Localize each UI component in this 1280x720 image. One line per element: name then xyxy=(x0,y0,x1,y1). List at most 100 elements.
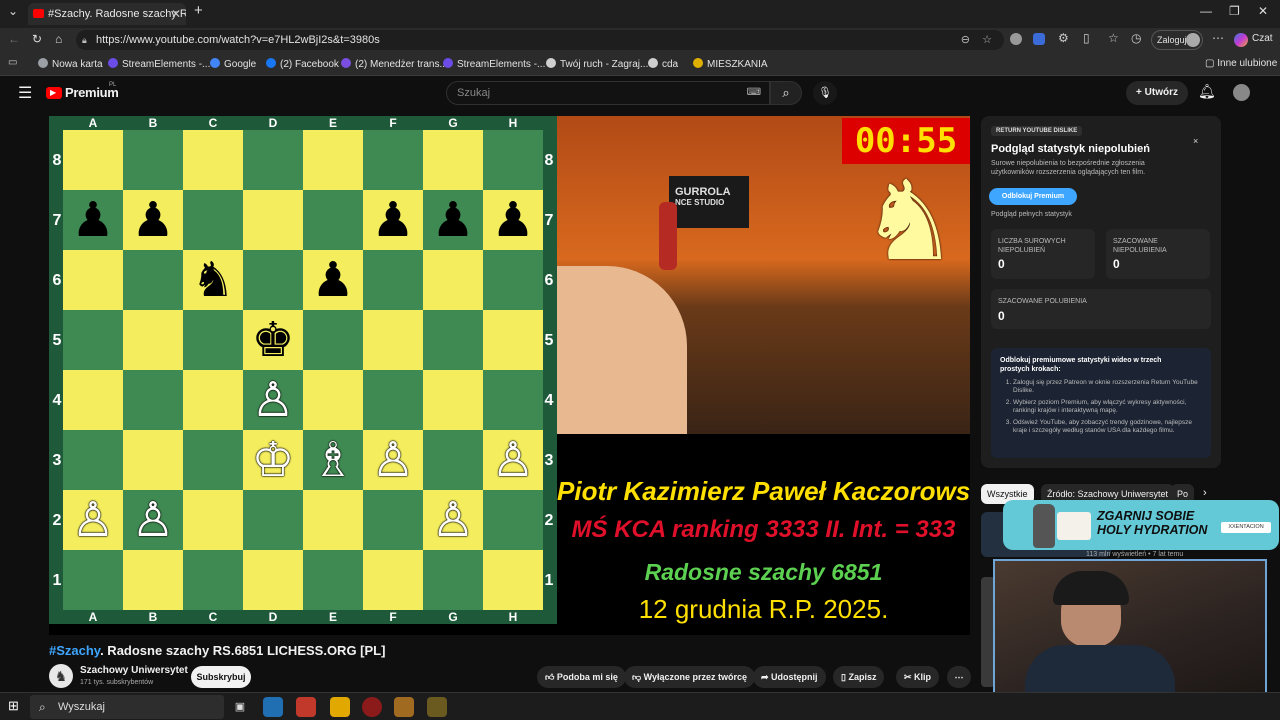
opera-icon[interactable] xyxy=(296,697,316,717)
notifications-bell-icon[interactable]: 🔔︎ xyxy=(1198,83,1216,100)
reload-icon[interactable]: ↻ xyxy=(32,32,42,46)
hamburger-menu-icon[interactable]: ☰ xyxy=(18,83,32,103)
rank-label: 2 xyxy=(52,512,62,529)
bookmarks-toggle-icon[interactable]: ▭ xyxy=(8,57,17,68)
tab-bar: ⌄ #Szachy. Radosne szachy RS.6851 ✕ + — … xyxy=(0,0,1280,28)
channel-avatar[interactable]: ♞ xyxy=(49,664,73,688)
microphone-icon: 🎙︎ xyxy=(818,87,832,99)
square-d4: ♙ xyxy=(243,370,303,430)
rank-label: 7 xyxy=(544,212,554,229)
search-placeholder: Szukaj xyxy=(457,87,491,99)
dislike-button[interactable]: 👎︎ Wyłączone przez twórcę xyxy=(624,666,756,688)
video-player[interactable]: ♟ ♟ ♟ ♟ ♟ ♞ ♟ ♚ ♙ ♔ ♗ ♙ ♙ ♙ ♙ ♙ A A B B C C D D E E F F G G H H 8 8 7 7 6 6 5 5… xyxy=(49,116,970,635)
promo-overlay[interactable]: ZGARNIJ SOBIE HOLY HYDRATION XXENTACION xyxy=(1003,500,1279,550)
bookmark-item[interactable]: cda xyxy=(648,58,678,70)
bookmark-item[interactable]: Google xyxy=(210,58,256,70)
channel-name[interactable]: Szachowy Uniwersytet xyxy=(80,665,188,676)
extensions-puzzle-icon[interactable]: ⚙ xyxy=(1058,31,1069,45)
estimated-dislikes-value: 0 xyxy=(1113,257,1120,271)
save-label: Zapisz xyxy=(848,672,877,682)
square-e4 xyxy=(303,370,363,430)
title-hashtag[interactable]: #Szachy xyxy=(49,643,100,658)
zoom-icon[interactable]: ⊖ xyxy=(961,30,970,50)
more-actions-button[interactable]: ⋯ xyxy=(947,666,971,688)
favorites-icon[interactable]: ☆ xyxy=(1108,31,1119,45)
rank-label: 5 xyxy=(544,332,554,349)
close-tab-icon[interactable]: ✕ xyxy=(171,3,181,25)
tab-active[interactable]: #Szachy. Radosne szachy RS.6851 ✕ xyxy=(28,3,186,25)
keyboard-icon[interactable]: ⌨ xyxy=(747,82,761,104)
file-label: B xyxy=(148,116,158,130)
bookmark-favicon-icon xyxy=(443,58,453,68)
ryd-preview-label: Podgląd pełnych statystyk xyxy=(991,211,1072,218)
bookmark-item[interactable]: Nowa karta xyxy=(38,58,103,70)
other-bookmarks[interactable]: ▢ Inne ulubione xyxy=(1205,58,1277,69)
edge-icon[interactable] xyxy=(263,697,283,717)
tab-list-icon[interactable]: ⌄ xyxy=(8,4,18,18)
rank-label: 6 xyxy=(544,272,554,289)
bookmark-item[interactable]: (2) Facebook xyxy=(266,58,339,70)
chips-next-icon[interactable]: › xyxy=(1203,487,1207,499)
login-button[interactable]: Zaloguj xyxy=(1151,30,1203,50)
square-g6 xyxy=(423,250,483,310)
like-button[interactable]: 👍︎ Podoba mi się xyxy=(537,666,626,688)
copilot-icon[interactable] xyxy=(1234,33,1248,47)
square-d3: ♔ xyxy=(243,430,303,490)
extension-icon[interactable] xyxy=(1010,33,1022,45)
bookmark-item[interactable]: StreamElements -... xyxy=(108,58,210,70)
raw-dislikes-card: LICZBA SUROWYCH NIEPOLUBIEŃ 0 xyxy=(991,229,1095,279)
square-d6 xyxy=(243,250,303,310)
rank-label: 5 xyxy=(52,332,62,349)
url-input[interactable]: 🔒︎ https://www.youtube.com/watch?v=e7HL2… xyxy=(76,30,1004,50)
unlock-premium-button[interactable]: Odblokuj Premium xyxy=(989,188,1077,205)
ryd-step: Wybierz poziom Premium, aby włączyć wykr… xyxy=(1013,399,1203,415)
square-c1 xyxy=(183,550,243,610)
app-icon-3[interactable] xyxy=(427,697,447,717)
voice-search-button[interactable]: 🎙︎ xyxy=(813,81,837,105)
lock-icon: 🔒︎ xyxy=(82,35,87,45)
task-view-icon[interactable]: ▣ xyxy=(230,697,250,717)
taskbar-search[interactable]: ⌕ Wyszukaj xyxy=(30,695,224,719)
new-tab-icon[interactable]: + xyxy=(194,2,203,19)
close-window-icon[interactable]: ✕ xyxy=(1258,4,1268,18)
title-text: . Radosne szachy RS.6851 LICHESS.ORG [PL… xyxy=(100,643,386,658)
windows-start-icon[interactable]: ⊞ xyxy=(8,698,19,714)
search-button[interactable]: ⌕ xyxy=(770,81,802,105)
minimize-icon[interactable]: — xyxy=(1200,4,1212,18)
app-icon-2[interactable] xyxy=(394,697,414,717)
ryd-badge: RETURN YOUTUBE DISLIKE xyxy=(991,126,1083,136)
back-icon[interactable]: ← xyxy=(8,32,20,46)
search-input[interactable]: Szukaj ⌨ xyxy=(446,81,770,105)
save-button[interactable]: ▯ Zapisz xyxy=(833,666,885,688)
bookmark-item[interactable]: (2) Menedżer trans... xyxy=(341,58,448,70)
bookmark-item[interactable]: StreamElements -... xyxy=(443,58,545,70)
account-avatar[interactable] xyxy=(1233,84,1250,101)
person-shoulder xyxy=(557,266,687,434)
split-screen-icon[interactable]: ▯ xyxy=(1083,31,1090,45)
clip-button[interactable]: ✂ Klip xyxy=(896,666,940,688)
estimated-likes-card: SZACOWANE POLUBIENIA 0 xyxy=(991,289,1211,329)
file-label: F xyxy=(389,610,397,624)
home-icon[interactable]: ⌂ xyxy=(55,32,62,46)
history-icon[interactable]: ◷ xyxy=(1131,31,1141,45)
chat-label[interactable]: Czat xyxy=(1252,33,1273,44)
square-d2 xyxy=(243,490,303,550)
create-button[interactable]: + Utwórz xyxy=(1126,81,1188,105)
plus-icon: + xyxy=(1136,87,1145,98)
app-icon[interactable] xyxy=(362,697,382,717)
square-e5 xyxy=(303,310,363,370)
favorite-star-icon[interactable]: ☆ xyxy=(982,30,992,50)
square-e2 xyxy=(303,490,363,550)
subscribe-button[interactable]: Subskrybuj xyxy=(191,666,251,688)
share-button[interactable]: ➦ Udostępnij xyxy=(753,666,826,688)
extension-shield-icon[interactable] xyxy=(1033,33,1045,45)
bookmark-item[interactable]: Twój ruch - Zagraj... xyxy=(546,58,648,70)
maximize-icon[interactable]: ❐ xyxy=(1229,4,1240,18)
ryd-close-icon[interactable]: × xyxy=(1193,136,1198,146)
bookmark-item[interactable]: MIESZKANIA xyxy=(693,58,768,70)
chess-piece-black-icon: ♟ xyxy=(371,192,415,248)
chess-piece-black-icon: ♟ xyxy=(491,192,535,248)
file-explorer-icon[interactable] xyxy=(330,697,350,717)
estimated-dislikes-card: SZACOWANE NIEPOLUBIENIA 0 xyxy=(1106,229,1210,279)
more-menu-icon[interactable]: ⋯ xyxy=(1212,31,1224,45)
